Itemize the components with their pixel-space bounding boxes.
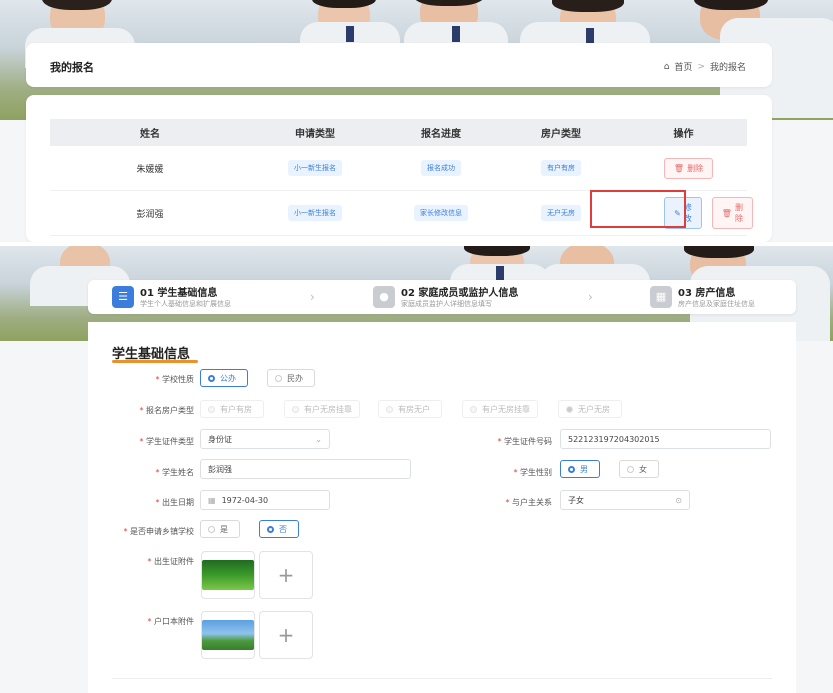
school-type-public-radio[interactable]: 公办 [200, 369, 248, 387]
page-header-card: 我的报名 ⌂ 首页 > 我的报名 [26, 43, 772, 87]
steps-bar: ☰ 01 学生基础信息 学生个人基础信息和扩展信息 › ● 02 家庭成员或监护… [88, 280, 796, 314]
plus-icon: + [277, 623, 295, 647]
hukou-thumbnail[interactable] [201, 611, 255, 659]
student-name-label: * 学生姓名 [155, 468, 194, 477]
id-type-label: * 学生证件类型 [139, 437, 194, 446]
house-type-option[interactable]: 有房无户 [378, 400, 442, 418]
section-underline [112, 360, 198, 363]
clear-circle-icon: ⊙ [675, 495, 682, 505]
birth-cert-label: * 出生证附件 [147, 557, 194, 566]
rural-yes-radio[interactable]: 是 [200, 520, 240, 538]
chevron-right-icon: › [310, 290, 315, 304]
id-number-label: * 学生证件号码 [497, 437, 552, 446]
hukou-label: * 户口本附件 [147, 617, 194, 626]
trash-icon: 🗑 [721, 208, 732, 218]
id-number-input[interactable]: 522123197204302015 [560, 429, 771, 449]
birth-cert-thumbnail[interactable] [201, 551, 255, 599]
page-title: 我的报名 [50, 61, 94, 74]
trash-icon: 🗑 [673, 163, 685, 173]
hukou-upload-button[interactable]: + [259, 611, 313, 659]
birth-date-label: * 出生日期 [155, 498, 194, 507]
step-student-info[interactable]: ☰ 01 学生基础信息 学生个人基础信息和扩展信息 [112, 284, 231, 309]
progress-tag: 家长修改信息 [414, 205, 468, 221]
rural-school-label: * 是否申请乡镇学校 [123, 527, 194, 536]
apply-type-tag: 小一新生报名 [288, 205, 342, 221]
relation-label: * 与户主关系 [505, 498, 552, 507]
apply-type-tag: 小一新生报名 [288, 160, 342, 176]
id-type-select[interactable]: 身份证 ⌄ [200, 429, 330, 449]
progress-tag: 报名成功 [421, 160, 461, 176]
col-actions: 操作 [673, 129, 694, 140]
gender-label: * 学生性别 [513, 468, 552, 477]
birth-date-picker[interactable]: ▦ 1972-04-30 [200, 490, 330, 510]
student-name-input[interactable]: 彭润强 [200, 459, 411, 479]
relation-select[interactable]: 子女 ⊙ [560, 490, 690, 510]
rural-no-radio[interactable]: 否 [259, 520, 299, 538]
breadcrumb-current: 我的报名 [709, 63, 746, 73]
house-type-tag: 有户有房 [541, 160, 581, 176]
house-type-option[interactable]: 有户无房挂靠 [284, 400, 360, 418]
house-type-tag: 无户无房 [541, 205, 581, 221]
birth-cert-upload-button[interactable]: + [259, 551, 313, 599]
school-type-label: * 学校性质 [155, 375, 194, 384]
chevron-right-icon: › [588, 290, 593, 304]
building-icon: ▦ [650, 285, 672, 308]
tree-image [202, 620, 254, 650]
col-house-type: 房户类型 [541, 129, 581, 140]
home-icon[interactable]: ⌂ [664, 62, 670, 72]
cell-name: 彭润强 [136, 209, 164, 220]
col-apply-type: 申请类型 [295, 129, 335, 140]
calendar-icon: ▦ [208, 495, 216, 505]
user-shield-icon: ● [373, 285, 395, 308]
table-row: 朱媛媛 小一新生报名 报名成功 有户有房 🗑 删除 [50, 146, 747, 191]
gender-female-radio[interactable]: 女 [619, 460, 659, 478]
step-house-info[interactable]: ▦ 03 房产信息 房产信息及家庭住址信息 [650, 284, 755, 309]
forest-image [202, 560, 254, 590]
breadcrumb-home[interactable]: 首页 [674, 60, 692, 73]
house-type-option[interactable]: 有户有房 [200, 400, 264, 418]
col-progress: 报名进度 [421, 129, 461, 140]
house-type-option-selected[interactable]: 无户无房 [558, 400, 622, 418]
table-header: 姓名 申请类型 报名进度 房户类型 操作 [50, 119, 747, 146]
gender-male-radio[interactable]: 男 [560, 460, 600, 478]
breadcrumb: ⌂ 首页 > 我的报名 [664, 60, 746, 74]
form-divider [112, 678, 772, 679]
cell-name: 朱媛媛 [136, 164, 164, 175]
step-family-info[interactable]: ● 02 家庭成员或监护人信息 家庭成员监护人详细信息填写 [373, 284, 518, 309]
house-type-option[interactable]: 有户无房挂靠 [462, 400, 538, 418]
plus-icon: + [277, 563, 295, 587]
edit-button-highlight [590, 190, 686, 228]
breadcrumb-separator: > [697, 61, 705, 72]
id-card-icon: ☰ [112, 285, 134, 308]
house-type-label: * 报名房户类型 [139, 406, 194, 415]
col-name: 姓名 [140, 129, 160, 140]
delete-button[interactable]: 🗑 删除 [663, 157, 714, 179]
chevron-down-icon: ⌄ [315, 434, 322, 444]
school-type-private-radio[interactable]: 民办 [267, 369, 315, 387]
delete-button[interactable]: 🗑 删除 [711, 197, 753, 229]
